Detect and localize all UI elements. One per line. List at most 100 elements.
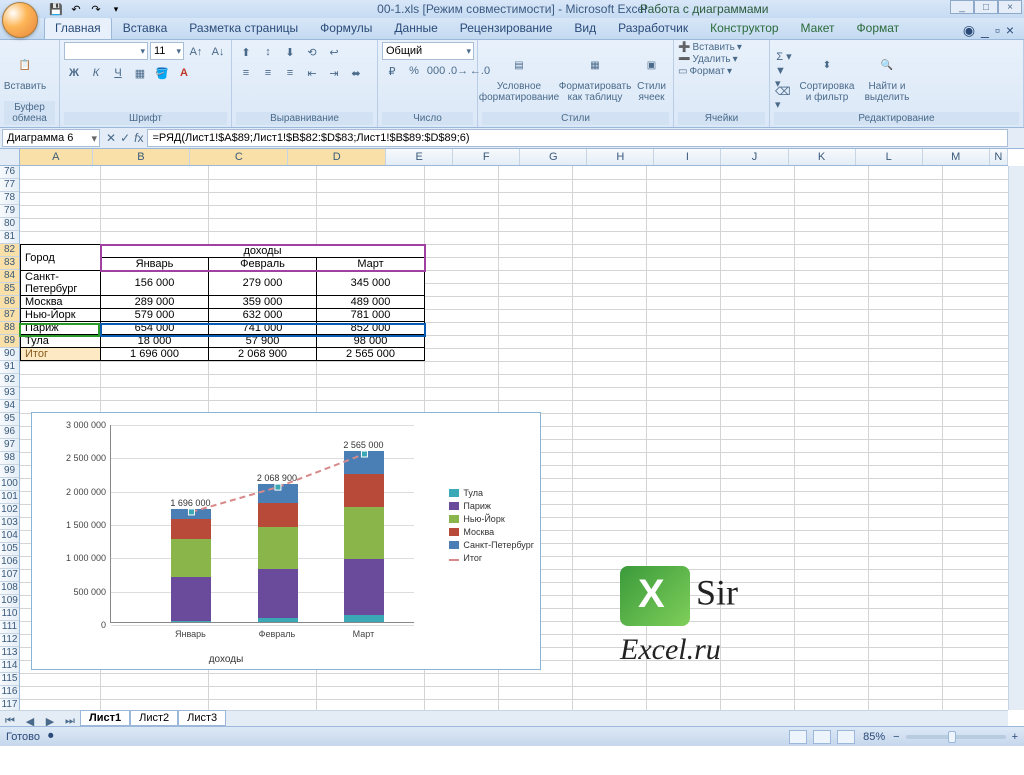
align-bottom-icon[interactable]: ⬇ bbox=[280, 42, 300, 62]
row-headers[interactable]: 7677787980818283848586878889909192939495… bbox=[0, 166, 20, 710]
tab-formulas[interactable]: Формулы bbox=[309, 17, 383, 39]
cancel-formula-icon[interactable]: ✕ bbox=[106, 131, 116, 145]
font-size-combo[interactable]: 11 bbox=[150, 42, 184, 60]
tab-developer[interactable]: Разработчик bbox=[607, 17, 699, 39]
tab-data[interactable]: Данные bbox=[383, 17, 448, 39]
legend-item[interactable]: Москва bbox=[449, 527, 534, 537]
delete-icon: ➖ bbox=[678, 54, 690, 65]
clear-icon[interactable]: ⌫ ▾ bbox=[774, 88, 794, 108]
sheet-tab[interactable]: Лист2 bbox=[130, 710, 178, 726]
qat-dropdown-icon[interactable]: ▾ bbox=[108, 1, 124, 17]
sort-filter-button[interactable]: ⬍Сортировка и фильтр bbox=[797, 51, 857, 103]
border-icon[interactable]: ▦ bbox=[130, 63, 150, 83]
redo-icon[interactable]: ↷ bbox=[88, 1, 104, 17]
formula-bar[interactable]: =РЯД(Лист1!$A$89;Лист1!$B$82:$D$83;Лист1… bbox=[147, 129, 1008, 147]
font-name-combo[interactable] bbox=[64, 42, 148, 60]
align-right-icon[interactable]: ≡ bbox=[280, 63, 300, 83]
align-center-icon[interactable]: ≡ bbox=[258, 63, 278, 83]
align-middle-icon[interactable]: ↕ bbox=[258, 42, 278, 62]
group-font: Шрифт bbox=[64, 112, 227, 125]
chart-plot-area[interactable] bbox=[110, 425, 414, 623]
undo-icon[interactable]: ↶ bbox=[68, 1, 84, 17]
fill-color-icon[interactable]: 🪣 bbox=[152, 63, 172, 83]
merge-icon[interactable]: ⬌ bbox=[346, 63, 366, 83]
tab-pagelayout[interactable]: Разметка страницы bbox=[178, 17, 309, 39]
tab-chart-format[interactable]: Формат bbox=[846, 17, 911, 39]
sheet-nav-last-icon[interactable]: ⏭ bbox=[60, 711, 80, 726]
win-restore-icon[interactable]: ▫ bbox=[995, 22, 1000, 39]
comma-icon[interactable]: 000 bbox=[426, 61, 446, 81]
shrink-font-icon[interactable]: A↓ bbox=[208, 42, 228, 62]
grow-font-icon[interactable]: A↑ bbox=[186, 42, 206, 62]
legend-item[interactable]: Санкт-Петербург bbox=[449, 540, 534, 550]
tab-insert[interactable]: Вставка bbox=[112, 17, 179, 39]
macro-record-icon[interactable]: ⏺ bbox=[48, 730, 54, 743]
minimize-button[interactable]: _ bbox=[950, 0, 974, 14]
autosum-icon[interactable]: Σ ▾ bbox=[774, 46, 794, 66]
win-min-icon[interactable]: _ bbox=[981, 22, 989, 39]
wrap-text-icon[interactable]: ↩ bbox=[324, 42, 344, 62]
orientation-icon[interactable]: ⟲ bbox=[302, 42, 322, 62]
save-icon[interactable]: 💾 bbox=[48, 1, 64, 17]
page-layout-view-icon[interactable] bbox=[813, 730, 831, 744]
paste-button[interactable]: 📋Вставить bbox=[4, 51, 46, 92]
legend-item[interactable]: Тула bbox=[449, 488, 534, 498]
sheet-nav-next-icon[interactable]: ▶ bbox=[40, 711, 60, 726]
font-color-icon[interactable]: A bbox=[174, 63, 194, 83]
maximize-button[interactable]: □ bbox=[974, 0, 998, 14]
close-button[interactable]: × bbox=[998, 0, 1022, 14]
legend-item[interactable]: Итог bbox=[449, 553, 534, 563]
format-as-table-button[interactable]: ▦Форматировать как таблицу bbox=[559, 51, 631, 103]
horizontal-scrollbar[interactable] bbox=[226, 711, 1008, 726]
chart-object[interactable]: 0500 0001 000 0001 500 0002 000 0002 500… bbox=[31, 412, 541, 670]
win-close-icon[interactable]: × bbox=[1006, 22, 1014, 39]
find-select-button[interactable]: 🔍Найти и выделить bbox=[860, 51, 914, 103]
legend-item[interactable]: Нью-Йорк bbox=[449, 514, 534, 524]
align-top-icon[interactable]: ⬆ bbox=[236, 42, 256, 62]
office-button[interactable] bbox=[2, 2, 38, 38]
fx-icon[interactable]: fx bbox=[134, 131, 143, 145]
fill-icon[interactable]: ▼ ▾ bbox=[774, 67, 794, 87]
zoom-in-icon[interactable]: + bbox=[1012, 731, 1018, 743]
italic-icon[interactable]: К bbox=[86, 63, 106, 83]
worksheet-cells[interactable]: ГороддоходыЯнварьФевральМартСанкт-Петерб… bbox=[20, 166, 1008, 710]
indent-increase-icon[interactable]: ⇥ bbox=[324, 63, 344, 83]
vertical-scrollbar[interactable] bbox=[1008, 166, 1024, 710]
conditional-formatting-button[interactable]: ▤Условное форматирование bbox=[482, 51, 556, 103]
delete-cells-button[interactable]: ➖Удалить ▾ bbox=[678, 54, 738, 65]
bold-icon[interactable]: Ж bbox=[64, 63, 84, 83]
currency-icon[interactable]: ₽ bbox=[382, 61, 402, 81]
tab-chart-layout[interactable]: Макет bbox=[790, 17, 846, 39]
zoom-slider[interactable] bbox=[906, 735, 1006, 739]
tab-home[interactable]: Главная bbox=[44, 17, 112, 39]
tab-chart-design[interactable]: Конструктор bbox=[699, 17, 789, 39]
select-all-button[interactable] bbox=[0, 149, 20, 166]
help-icon[interactable]: ◉ bbox=[963, 22, 975, 39]
zoom-level[interactable]: 85% bbox=[863, 731, 885, 743]
enter-formula-icon[interactable]: ✓ bbox=[120, 131, 130, 145]
cell-styles-button[interactable]: ▣Стили ячеек bbox=[634, 51, 669, 103]
indent-decrease-icon[interactable]: ⇤ bbox=[302, 63, 322, 83]
format-cells-button[interactable]: ▭Формат ▾ bbox=[678, 66, 732, 77]
zoom-out-icon[interactable]: − bbox=[893, 731, 899, 743]
increase-decimal-icon[interactable]: .0→ bbox=[448, 61, 468, 81]
number-format-combo[interactable]: Общий bbox=[382, 42, 474, 60]
percent-icon[interactable]: % bbox=[404, 61, 424, 81]
underline-icon[interactable]: Ч bbox=[108, 63, 128, 83]
page-break-view-icon[interactable] bbox=[837, 730, 855, 744]
sheet-tab[interactable]: Лист1 bbox=[80, 710, 130, 726]
legend-item[interactable]: Париж bbox=[449, 501, 534, 511]
sheet-nav-first-icon[interactable]: ⏮ bbox=[0, 711, 20, 726]
name-box[interactable]: Диаграмма 6 bbox=[2, 129, 100, 147]
sheet-nav-prev-icon[interactable]: ◀ bbox=[20, 711, 40, 726]
align-left-icon[interactable]: ≡ bbox=[236, 63, 256, 83]
paste-icon: 📋 bbox=[11, 51, 39, 79]
chart-tools-label: Работа с диаграммами bbox=[640, 2, 769, 16]
chart-legend[interactable]: Тула Париж Нью-Йорк Москва Санкт-Петербург Ит… bbox=[449, 485, 534, 566]
insert-cells-button[interactable]: ➕Вставить ▾ bbox=[678, 42, 742, 53]
tab-review[interactable]: Рецензирование bbox=[449, 17, 564, 39]
sheet-tab[interactable]: Лист3 bbox=[178, 710, 226, 726]
normal-view-icon[interactable] bbox=[789, 730, 807, 744]
column-headers[interactable]: ABCDEFGHIJKLMN bbox=[20, 149, 1008, 166]
tab-view[interactable]: Вид bbox=[563, 17, 607, 39]
